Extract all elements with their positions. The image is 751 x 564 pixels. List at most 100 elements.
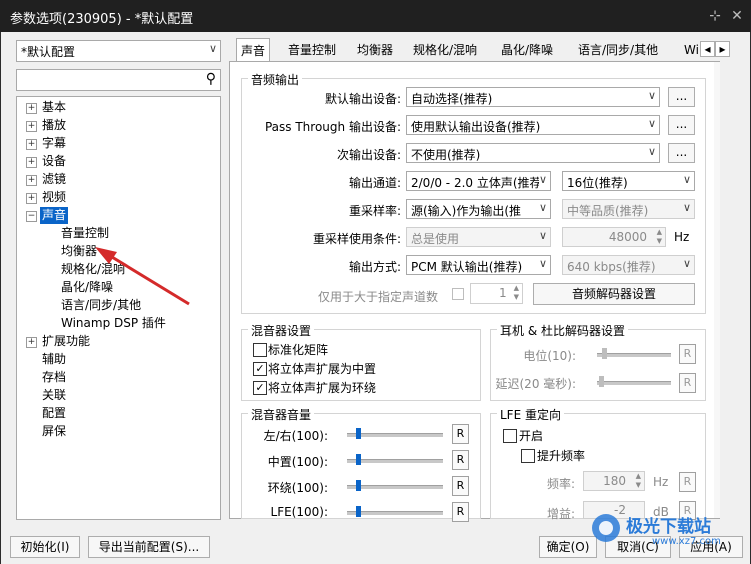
delay-slider[interactable] [597, 381, 671, 385]
tab-scroll-right[interactable]: ▸ [715, 41, 730, 57]
tree-item-video[interactable]: 视频 [42, 189, 66, 206]
secondary-device-select[interactable]: 不使用(推荐) ∨ [406, 143, 660, 163]
stereo-to-center-label: 将立体声扩展为中置 [268, 362, 377, 376]
group-title: 音频输出 [248, 71, 303, 88]
delay-reset-button[interactable]: R [679, 373, 696, 393]
lfe-slider-thumb[interactable] [355, 506, 361, 517]
tree-item-filter[interactable]: 滤镜 [42, 171, 66, 188]
chevron-down-icon: ∨ [208, 42, 217, 55]
surround-slider[interactable] [347, 485, 443, 489]
boost-frequency-label: 提升频率 [537, 449, 586, 463]
frequency-spinner[interactable]: 180 ▲ ▼ [583, 471, 645, 491]
boost-frequency-checkbox[interactable] [521, 449, 535, 463]
audio-decoder-settings-button[interactable]: 音频解码器设置 [533, 283, 695, 305]
level-slider-thumb[interactable] [602, 348, 607, 359]
channel-label: 输出通道: [348, 176, 401, 190]
tab-language[interactable]: 语言/同步/其他 [578, 40, 658, 60]
watermark-text: 极光下载站 [626, 517, 711, 537]
left-right-reset-button[interactable]: R [452, 424, 469, 444]
spin-arrows-icon[interactable]: ▲ ▼ [657, 228, 662, 246]
spin-arrows-icon[interactable]: ▲ ▼ [514, 284, 519, 302]
tab-normalize[interactable]: 规格化/混响 [413, 40, 477, 60]
expand-icon[interactable]: + [26, 103, 37, 114]
settings-tree: + 基本 + 播放 + 字幕 + 设备 + 滤镜 + 视频 − 声音 音量控制 … [16, 96, 221, 520]
sample-rate-spinner[interactable]: 48000 ▲ ▼ [562, 227, 666, 247]
tree-item-device[interactable]: 设备 [42, 153, 66, 170]
tree-item-config[interactable]: 配置 [42, 405, 66, 422]
tab-equalizer[interactable]: 均衡器 [357, 40, 393, 60]
resample-condition-label: 重采样使用条件: [312, 232, 401, 246]
center-reset-button[interactable]: R [452, 450, 469, 470]
tree-item-screensaver[interactable]: 屏保 [42, 423, 66, 440]
frequency-reset-button[interactable]: R [679, 472, 696, 492]
resample-condition-select[interactable]: 总是使用 ∨ [406, 227, 551, 247]
left-right-slider[interactable] [347, 433, 443, 437]
output-mode-select[interactable]: PCM 默认输出(推荐) ∨ [406, 255, 551, 275]
tab-scroll-left[interactable]: ◂ [700, 41, 715, 57]
tab-volume[interactable]: 音量控制 [288, 40, 336, 60]
default-device-select[interactable]: 自动选择(推荐) ∨ [406, 87, 660, 107]
tree-item-playback[interactable]: 播放 [42, 117, 66, 134]
stereo-to-surround-checkbox[interactable]: ✓ [253, 381, 267, 395]
expand-icon[interactable]: + [26, 337, 37, 348]
collapse-icon[interactable]: − [26, 211, 37, 222]
bit-depth-select[interactable]: 16位(推荐) ∨ [562, 171, 695, 191]
center-slider[interactable] [347, 459, 443, 463]
delay-slider-thumb[interactable] [599, 376, 604, 387]
stereo-to-center-checkbox[interactable]: ✓ [253, 362, 267, 376]
tree-item-volume[interactable]: 音量控制 [61, 225, 109, 242]
chevron-down-icon: ∨ [538, 257, 547, 270]
tree-item-association[interactable]: 关联 [42, 387, 66, 404]
surround-reset-button[interactable]: R [452, 476, 469, 496]
pin-icon[interactable]: ⊹ [706, 7, 724, 25]
search-input[interactable]: ⚲ [16, 69, 221, 91]
tree-item-basic[interactable]: 基本 [42, 99, 66, 116]
expand-icon[interactable]: + [26, 121, 37, 132]
frequency-unit: Hz [653, 475, 669, 489]
profile-select-value: *默认配置 [21, 45, 76, 59]
init-button[interactable]: 初始化(I) [10, 536, 80, 558]
tree-item-archive[interactable]: 存档 [42, 369, 66, 386]
title-bar: 参数选项(230905) - *默认配置 ⊹ ✕ [0, 0, 751, 32]
tree-item-winamp[interactable]: Winamp DSP 插件 [61, 315, 166, 332]
lfe-slider[interactable] [347, 511, 443, 515]
passthrough-more-button[interactable]: ... [668, 115, 695, 135]
lfe-reset-button[interactable]: R [452, 502, 469, 522]
tab-audio[interactable]: 声音 [236, 38, 271, 63]
export-config-button[interactable]: 导出当前配置(S)... [88, 536, 210, 558]
surround-label: 环绕(100): [267, 481, 328, 495]
tab-more[interactable]: Wi [684, 40, 699, 60]
surround-slider-thumb[interactable] [355, 480, 361, 491]
search-icon[interactable]: ⚲ [206, 71, 216, 87]
tree-item-extensions[interactable]: 扩展功能 [42, 333, 90, 350]
tree-item-subtitle[interactable]: 字幕 [42, 135, 66, 152]
level-reset-button[interactable]: R [679, 344, 696, 364]
secondary-device-more-button[interactable]: ... [668, 143, 695, 163]
expand-icon[interactable]: + [26, 157, 37, 168]
channels-spinner[interactable]: 1 ▲ ▼ [470, 283, 523, 304]
center-slider-thumb[interactable] [355, 454, 361, 465]
profile-select[interactable]: *默认配置 ∨ [16, 40, 221, 62]
ok-button[interactable]: 确定(O) [539, 536, 597, 558]
bitrate-select[interactable]: 640 kbps(推荐) ∨ [562, 255, 695, 275]
default-device-more-button[interactable]: ... [668, 87, 695, 107]
tab-crystal[interactable]: 晶化/降噪 [501, 40, 553, 60]
watermark-url: www.xz7.com [652, 536, 721, 547]
close-icon[interactable]: ✕ [728, 7, 746, 25]
resample-select[interactable]: 源(输入)作为输出(推 ∨ [406, 199, 551, 219]
left-right-slider-thumb[interactable] [355, 428, 361, 439]
only-above-channels-checkbox[interactable] [452, 288, 464, 300]
level-slider[interactable] [597, 353, 671, 357]
channel-select[interactable]: 2/0/0 - 2.0 立体声(推荐 ∨ [406, 171, 551, 191]
spin-arrows-icon[interactable]: ▲ ▼ [636, 472, 641, 490]
normalize-matrix-checkbox[interactable] [253, 343, 267, 357]
lfe-enable-checkbox[interactable] [503, 429, 517, 443]
tree-item-assist[interactable]: 辅助 [42, 351, 66, 368]
panel-scrollbar[interactable] [714, 62, 720, 518]
passthrough-select[interactable]: 使用默认输出设备(推荐) ∨ [406, 115, 660, 135]
tree-item-audio[interactable]: 声音 [40, 207, 69, 224]
quality-select[interactable]: 中等品质(推荐) ∨ [562, 199, 695, 219]
expand-icon[interactable]: + [26, 139, 37, 150]
expand-icon[interactable]: + [26, 193, 37, 204]
expand-icon[interactable]: + [26, 175, 37, 186]
